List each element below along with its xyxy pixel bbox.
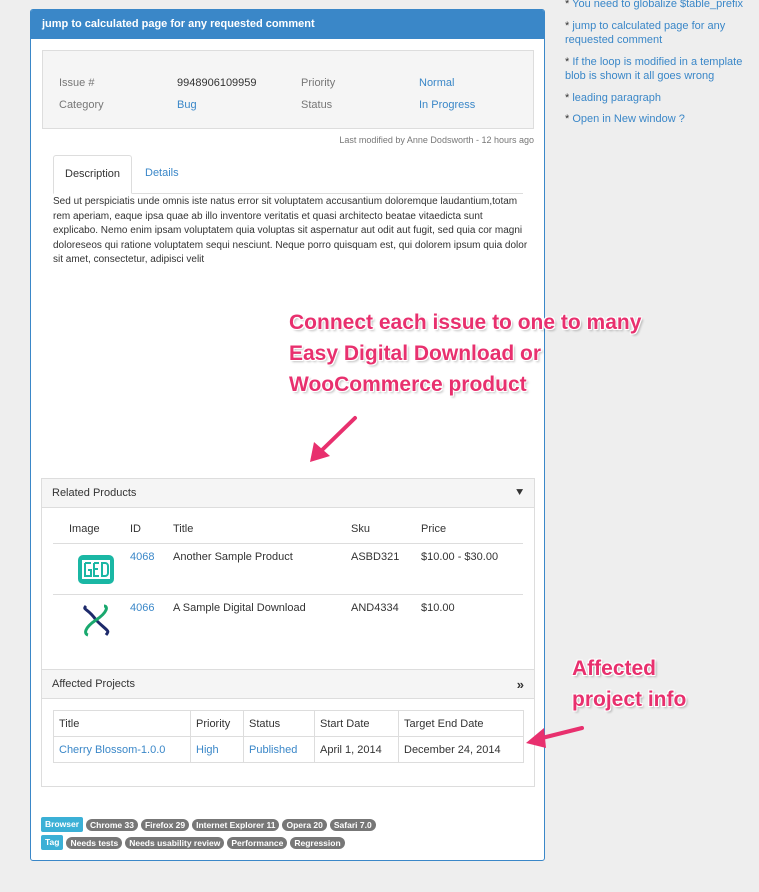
annotation-arrow-icon [526, 726, 584, 748]
related-issue-link[interactable]: You need to globalize $table_prefix [572, 0, 743, 10]
related-issues-list: * You need to globalize $table_prefix * … [565, 0, 759, 134]
product-id-link[interactable]: 4066 [130, 602, 154, 614]
product-logo-icon [83, 604, 110, 637]
description-text: Sed ut perspiciatis unde omnis iste natu… [53, 196, 528, 265]
chevron-down-icon[interactable]: ⯆ [515, 479, 524, 508]
column-header: Image [69, 523, 100, 535]
product-logo-icon [78, 555, 114, 584]
tab-details[interactable]: Details [134, 155, 190, 194]
priority-label: Priority [301, 77, 336, 89]
table-header-row: Title Priority Status Start Date Target … [53, 710, 524, 737]
chevron-right-icon[interactable]: » [517, 670, 524, 699]
annotation-connect-line2: Easy Digital Download or [289, 342, 542, 365]
column-header: Priority [190, 710, 244, 737]
project-start-date: April 1, 2014 [314, 736, 399, 763]
list-item: * If the loop is modified in a template … [565, 55, 743, 83]
related-issue-link[interactable]: If the loop is modified in a template bl… [565, 56, 742, 83]
category-label: Category [59, 99, 104, 111]
product-title: A Sample Digital Download [173, 602, 306, 614]
tab-bar: Description Details [53, 155, 523, 194]
related-issue-link[interactable]: Open in New window ? [572, 113, 685, 125]
affected-projects-header[interactable]: Affected Projects » [42, 670, 534, 699]
project-priority-link[interactable]: High [190, 736, 244, 763]
affected-projects-table: Title Priority Status Start Date Target … [53, 710, 524, 763]
annotation-connect-line3: WooCommerce product [289, 373, 527, 396]
column-header: Title [173, 523, 194, 535]
issue-meta: Issue # 9948906109959 Priority Normal Ca… [42, 50, 534, 129]
related-products-box: Related Products ⯆ Image ID Title Sku Pr… [41, 478, 535, 670]
column-header: Status [243, 710, 315, 737]
list-item: * leading paragraph [565, 91, 662, 104]
tab-description[interactable]: Description [53, 155, 133, 194]
issue-number-value: 9948906109959 [177, 77, 257, 89]
annotation-connect-line1: Connect each issue to one to many [289, 311, 642, 334]
table-row: 4066 A Sample Digital Download AND4334 $… [53, 594, 523, 645]
browser-tag[interactable]: Internet Explorer 11 [192, 818, 280, 831]
column-header: Start Date [314, 710, 399, 737]
column-header: Title [53, 710, 191, 737]
column-header: Sku [351, 523, 370, 535]
related-products-header[interactable]: Related Products ⯆ [42, 479, 534, 508]
browser-tags: Browser Chrome 33 Firefox 29 Internet Ex… [41, 817, 376, 832]
project-title-link[interactable]: Cherry Blossom-1.0.0 [53, 736, 191, 763]
browser-tag[interactable]: Firefox 29 [140, 818, 190, 831]
browser-tag[interactable]: Chrome 33 [86, 818, 138, 831]
table-row: 4068 Another Sample Product ASBD321 $10.… [53, 543, 523, 594]
related-issue-link[interactable]: jump to calculated page for any requeste… [565, 20, 725, 47]
issue-tag[interactable]: Needs usability review [125, 836, 225, 849]
browser-label: Browser [41, 817, 84, 832]
browser-tag[interactable]: Opera 20 [282, 818, 327, 831]
related-issue-link[interactable]: leading paragraph [572, 92, 661, 104]
affected-projects-title: Affected Projects [52, 678, 135, 690]
column-header: Price [421, 523, 447, 535]
list-item: * jump to calculated page for any reques… [565, 19, 726, 47]
annotation-affected-line2: project info [572, 688, 687, 711]
affected-projects-box: Affected Projects » Title Priority Statu… [41, 669, 535, 787]
issue-tag[interactable]: Needs tests [66, 836, 123, 849]
annotation-arrow-icon [310, 416, 357, 462]
column-header: ID [130, 523, 141, 535]
category-value[interactable]: Bug [177, 99, 197, 111]
tag-label: Tag [41, 835, 64, 850]
priority-value[interactable]: Normal [419, 77, 454, 89]
list-item: * Open in New window ? [565, 113, 685, 125]
column-header: Target End Date [398, 710, 524, 737]
issue-tags: Tag Needs tests Needs usability review P… [41, 835, 345, 850]
panel-title: jump to calculated page for any requeste… [31, 10, 544, 39]
status-label: Status [301, 99, 333, 111]
product-id-link[interactable]: 4068 [130, 551, 154, 563]
product-price: $10.00 [421, 602, 455, 614]
issue-tag[interactable]: Regression [290, 836, 345, 849]
last-modified: Last modified by Anne Dodsworth - 12 hou… [339, 135, 534, 145]
product-sku: AND4334 [351, 602, 399, 614]
issue-panel: jump to calculated page for any requeste… [30, 9, 545, 861]
project-status-link[interactable]: Published [243, 736, 315, 763]
annotation-affected-line1: Affected [572, 657, 657, 680]
table-row: Cherry Blossom-1.0.0 High Published Apri… [53, 736, 524, 763]
status-value[interactable]: In Progress [419, 99, 475, 111]
project-end-date: December 24, 2014 [398, 736, 524, 763]
issue-number-label: Issue # [59, 77, 95, 89]
browser-tag[interactable]: Safari 7.0 [329, 818, 376, 831]
issue-tag[interactable]: Performance [227, 836, 288, 849]
related-products-title: Related Products [52, 487, 137, 499]
product-price: $10.00 - $30.00 [421, 551, 499, 563]
product-title: Another Sample Product [173, 551, 293, 563]
list-item: * You need to globalize $table_prefix [565, 0, 743, 10]
product-sku: ASBD321 [351, 551, 400, 563]
